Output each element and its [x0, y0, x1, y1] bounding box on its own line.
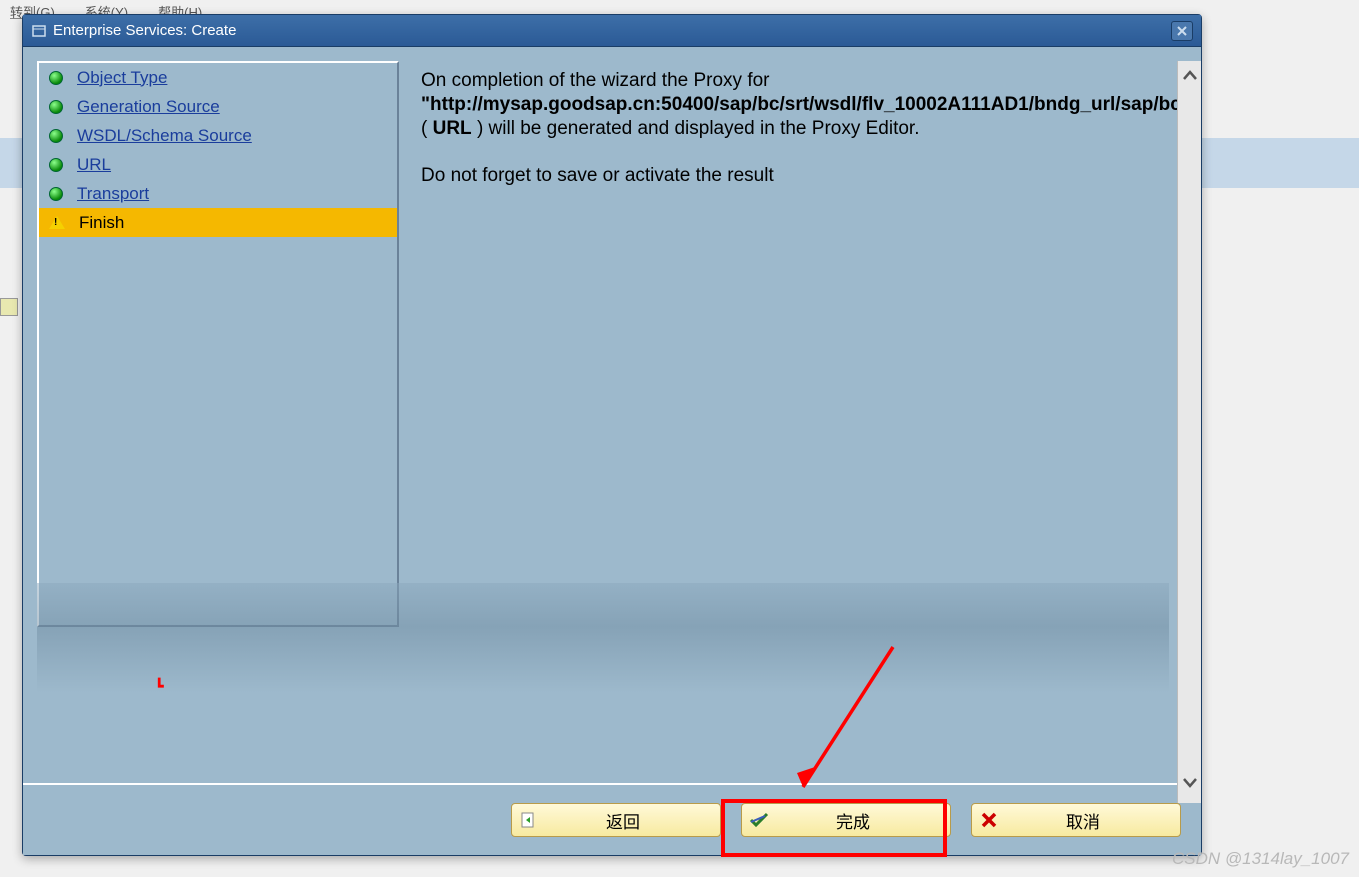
- completion-message: On completion of the wizard the Proxy fo…: [419, 61, 1164, 188]
- red-corner-mark: ┗: [155, 678, 163, 695]
- dialog-titlebar: Enterprise Services: Create: [23, 15, 1201, 47]
- step-label: Object Type: [77, 68, 167, 88]
- step-label: URL: [77, 155, 111, 175]
- step-label: Generation Source: [77, 97, 220, 117]
- green-dot-icon: [49, 158, 63, 172]
- back-label: 返回: [546, 808, 720, 833]
- scroll-up-icon[interactable]: [1181, 61, 1199, 97]
- window-icon: [31, 23, 47, 39]
- step-label: Transport: [77, 184, 149, 204]
- checkmark-icon: [746, 812, 772, 828]
- step-generation-source[interactable]: Generation Source: [39, 92, 397, 121]
- step-finish[interactable]: Finish: [39, 208, 397, 237]
- green-dot-icon: [49, 187, 63, 201]
- decorative-gradient: [37, 583, 1169, 693]
- wizard-dialog: Enterprise Services: Create Object Type …: [22, 14, 1202, 856]
- step-label: WSDL/Schema Source: [77, 126, 252, 146]
- cancel-label: 取消: [1006, 808, 1180, 833]
- back-arrow-icon: [516, 811, 542, 829]
- finish-button[interactable]: 完成: [741, 803, 951, 837]
- bg-tool-icon: [0, 298, 18, 316]
- warning-triangle-icon: [49, 216, 65, 229]
- background-left-toolbar: [0, 150, 20, 650]
- step-wsdl-schema-source[interactable]: WSDL/Schema Source: [39, 121, 397, 150]
- msg-paren-open: (: [421, 118, 433, 139]
- msg-urlword: URL: [433, 118, 472, 139]
- finish-label: 完成: [776, 808, 950, 833]
- msg-line: On completion of the wizard the Proxy fo…: [421, 70, 770, 91]
- dialog-body: Object Type Generation Source WSDL/Schem…: [23, 47, 1201, 855]
- green-dot-icon: [49, 71, 63, 85]
- msg-url: "http://mysap.goodsap.cn:50400/sap/bc/sr…: [421, 94, 1195, 115]
- green-dot-icon: [49, 129, 63, 143]
- msg-reminder: Do not forget to save or activate the re…: [421, 165, 774, 186]
- dialog-title: Enterprise Services: Create: [53, 22, 236, 39]
- back-button[interactable]: 返回: [511, 803, 721, 837]
- scroll-down-icon[interactable]: [1181, 767, 1199, 803]
- close-button[interactable]: [1171, 21, 1193, 41]
- watermark-text: CSDN @1314lay_1007: [1172, 849, 1349, 869]
- wizard-steps-sidebar: Object Type Generation Source WSDL/Schem…: [37, 61, 399, 627]
- cancel-button[interactable]: 取消: [971, 803, 1181, 837]
- msg-tail: ) will be generated and displayed in the…: [477, 118, 920, 139]
- green-dot-icon: [49, 100, 63, 114]
- step-transport[interactable]: Transport: [39, 179, 397, 208]
- cancel-x-icon: [976, 812, 1002, 828]
- scrollbar[interactable]: [1177, 61, 1201, 803]
- step-label: Finish: [79, 213, 124, 233]
- step-url[interactable]: URL: [39, 150, 397, 179]
- content-row: Object Type Generation Source WSDL/Schem…: [23, 47, 1201, 783]
- step-object-type[interactable]: Object Type: [39, 63, 397, 92]
- dialog-footer: 返回 完成 取消: [23, 783, 1201, 855]
